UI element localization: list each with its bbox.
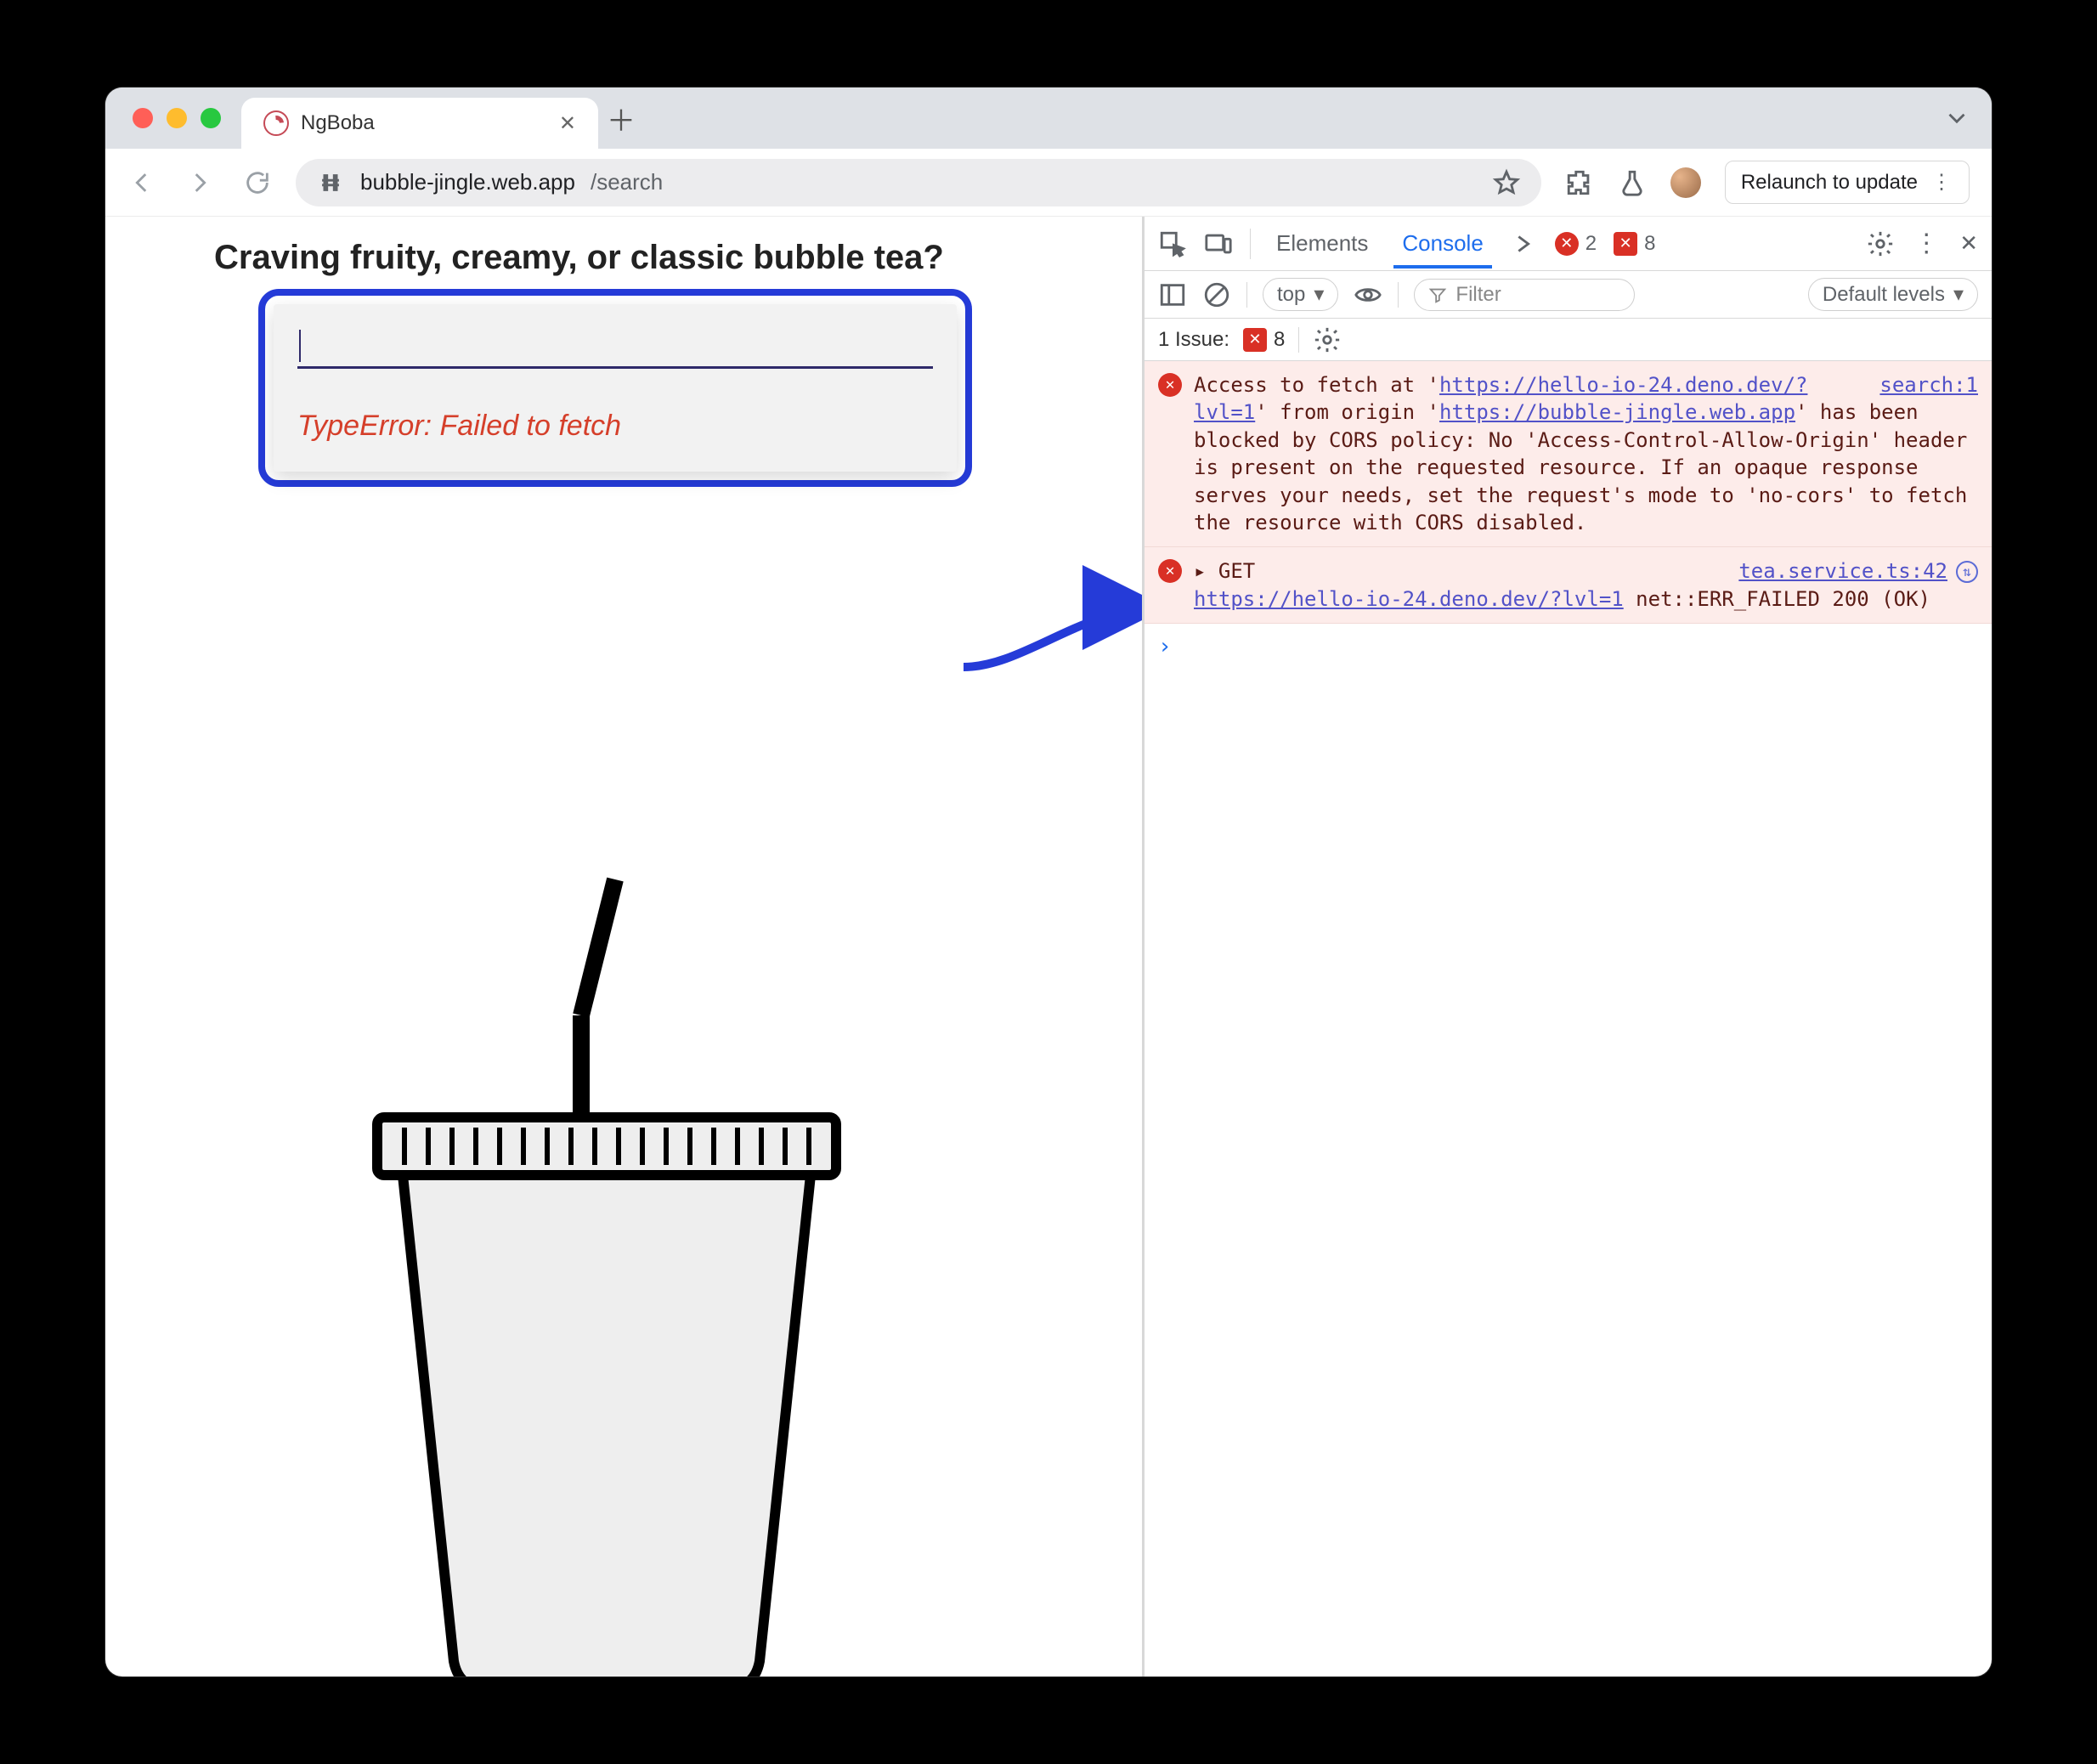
console-error-entry[interactable]: ✕ search:1 Access to fetch at 'https://h… — [1145, 361, 1992, 547]
url-path: /search — [591, 169, 663, 195]
reload-icon[interactable] — [243, 168, 272, 197]
browser-tab[interactable]: NgBoba ✕ — [241, 98, 598, 149]
console-toolbar: top ▾ Filter Default levels ▾ — [1145, 271, 1992, 319]
search-card-highlight: TypeError: Failed to fetch — [258, 289, 972, 487]
settings-gear-icon[interactable] — [1866, 229, 1895, 258]
back-icon[interactable] — [127, 168, 156, 197]
issue-label: 1 Issue: — [1158, 328, 1229, 352]
devtools-tabbar: Elements Console ✕2 ✕8 ⋮ ✕ — [1145, 217, 1992, 271]
labs-icon[interactable] — [1618, 168, 1647, 197]
browser-toolbar: bubble-jingle.web.app/search Relaunch to… — [105, 149, 1992, 217]
nav-buttons — [127, 168, 272, 197]
favicon-icon — [263, 110, 289, 136]
annotation-arrow — [964, 557, 1142, 693]
browser-window: NgBoba ✕ ＋ bubble-jingle.web.app/search … — [105, 88, 1992, 1676]
source-link[interactable]: search:1 — [1879, 373, 1978, 397]
source-link[interactable]: tea.service.ts:42 — [1738, 557, 1947, 585]
devtools-panel: Elements Console ✕2 ✕8 ⋮ ✕ top ▾ — [1142, 217, 1992, 1676]
console-issuebar: 1 Issue: ✕8 — [1145, 319, 1992, 361]
console-filter[interactable]: Filter — [1414, 279, 1635, 311]
tab-strip: NgBoba ✕ ＋ — [105, 88, 1992, 149]
address-bar[interactable]: bubble-jingle.web.app/search — [296, 159, 1541, 206]
log-levels-selector[interactable]: Default levels ▾ — [1808, 278, 1978, 311]
bookmark-star-icon[interactable] — [1492, 168, 1521, 197]
issue-settings-icon[interactable] — [1313, 325, 1342, 354]
error-icon: ✕ — [1158, 373, 1182, 397]
failed-url[interactable]: https://hello-io-24.deno.dev/?lvl=1 — [1194, 587, 1624, 611]
issue-counter[interactable]: ✕8 — [1243, 328, 1285, 352]
network-badge-icon[interactable]: ⇅ — [1956, 561, 1978, 583]
minimize-window-dot[interactable] — [167, 108, 187, 128]
new-tab-button[interactable]: ＋ — [607, 98, 636, 139]
search-input[interactable] — [297, 328, 933, 369]
console-prompt[interactable]: › — [1145, 624, 1992, 670]
tab-elements[interactable]: Elements — [1268, 218, 1376, 269]
console-sidebar-icon[interactable] — [1158, 280, 1187, 309]
tab-console[interactable]: Console — [1393, 218, 1491, 269]
profile-avatar[interactable] — [1670, 167, 1701, 198]
extensions-icon[interactable] — [1565, 168, 1594, 197]
page-heading: Craving fruity, creamy, or classic bubbl… — [214, 239, 1142, 277]
url-host: bubble-jingle.web.app — [360, 169, 575, 195]
search-card: TypeError: Failed to fetch — [274, 304, 957, 472]
window-controls — [112, 108, 241, 128]
devtools-close-icon[interactable]: ✕ — [1959, 230, 1978, 257]
close-window-dot[interactable] — [133, 108, 153, 128]
relaunch-label: Relaunch to update — [1741, 171, 1918, 195]
context-selector[interactable]: top ▾ — [1263, 278, 1338, 311]
cors-url-2[interactable]: https://bubble-jingle.web.app — [1439, 400, 1795, 424]
inspect-icon[interactable] — [1158, 229, 1187, 258]
fetch-error-text: TypeError: Failed to fetch — [297, 410, 933, 443]
tab-overflow-icon[interactable] — [1942, 104, 1971, 133]
relaunch-button[interactable]: Relaunch to update ⋮ — [1725, 161, 1970, 204]
content-area: Craving fruity, creamy, or classic bubbl… — [105, 217, 1992, 1676]
forward-icon[interactable] — [185, 168, 214, 197]
web-page: Craving fruity, creamy, or classic bubbl… — [105, 217, 1142, 1676]
warn-counter[interactable]: ✕8 — [1614, 232, 1655, 256]
site-info-icon[interactable] — [316, 168, 345, 197]
tabs-overflow-icon[interactable] — [1509, 229, 1538, 258]
devtools-menu-icon[interactable]: ⋮ — [1913, 229, 1941, 258]
error-counter[interactable]: ✕2 — [1555, 232, 1597, 256]
text-caret — [299, 330, 301, 362]
console-error-entry[interactable]: ✕ tea.service.ts:42 ⇅ ▸ GET https://hell… — [1145, 547, 1992, 624]
close-tab-icon[interactable]: ✕ — [559, 111, 576, 136]
console-log: ✕ search:1 Access to fetch at 'https://h… — [1145, 361, 1992, 1676]
boba-cup-illustration — [326, 862, 887, 1676]
device-mode-icon[interactable] — [1204, 229, 1233, 258]
tab-title: NgBoba — [301, 111, 375, 135]
live-expression-icon[interactable] — [1354, 280, 1382, 309]
clear-console-icon[interactable] — [1202, 280, 1231, 309]
error-icon: ✕ — [1158, 559, 1182, 583]
maximize-window-dot[interactable] — [201, 108, 221, 128]
